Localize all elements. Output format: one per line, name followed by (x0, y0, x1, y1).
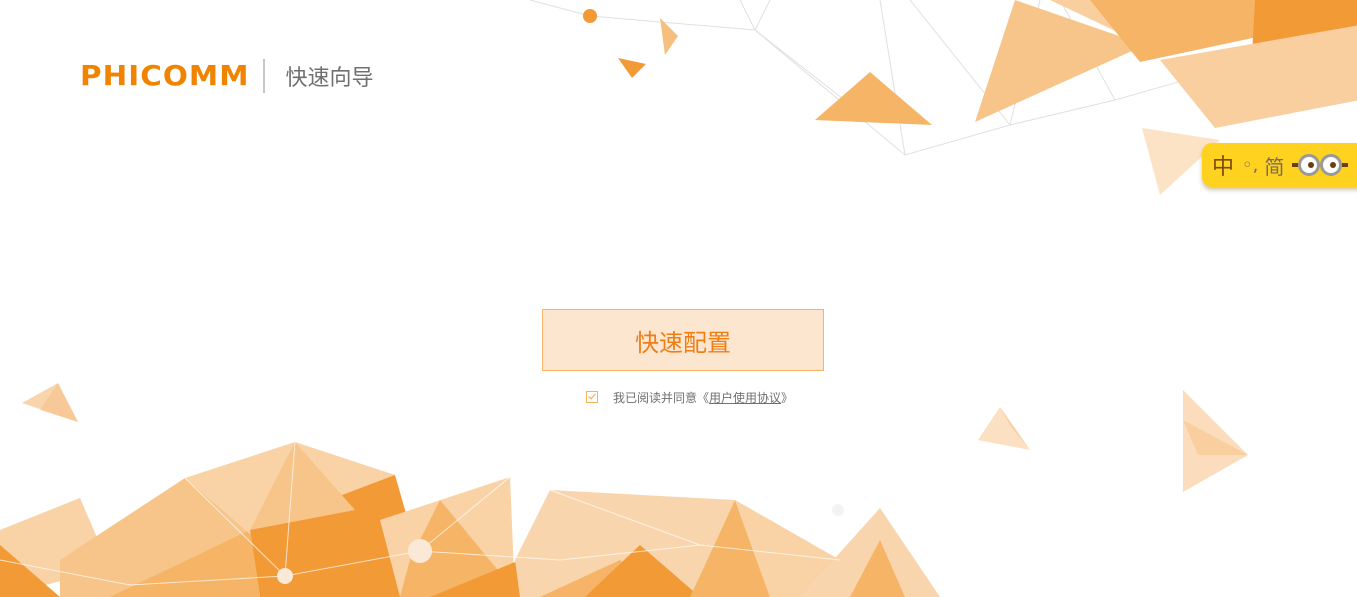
agreement-row: 我已阅读并同意《 用户使用协议 》 (586, 388, 793, 406)
punctuation-toggle[interactable]: ◦, (1242, 155, 1258, 176)
quick-guide-page: PHICOMM 快速向导 中 ◦, 简 快速配置 我已阅读并同意《 用户使用协议… (0, 0, 1357, 597)
agreement-checkbox[interactable] (586, 391, 598, 403)
quick-setup-button[interactable]: 快速配置 (542, 309, 824, 371)
language-chinese-label[interactable]: 中 (1212, 149, 1234, 181)
page-title: 快速向导 (285, 66, 374, 91)
simplified-toggle[interactable]: 简 (1264, 151, 1284, 180)
user-agreement-link[interactable]: 用户使用协议 (709, 389, 781, 406)
phicomm-logo: PHICOMM (80, 59, 250, 92)
header: PHICOMM 快速向导 (80, 58, 373, 94)
agreement-suffix: 》 (781, 390, 794, 405)
goggles-icon (1292, 154, 1349, 176)
header-divider (263, 59, 266, 93)
agreement-prefix: 我已阅读并同意《 (613, 390, 710, 405)
language-switch[interactable]: 中 ◦, 简 (1202, 143, 1357, 187)
